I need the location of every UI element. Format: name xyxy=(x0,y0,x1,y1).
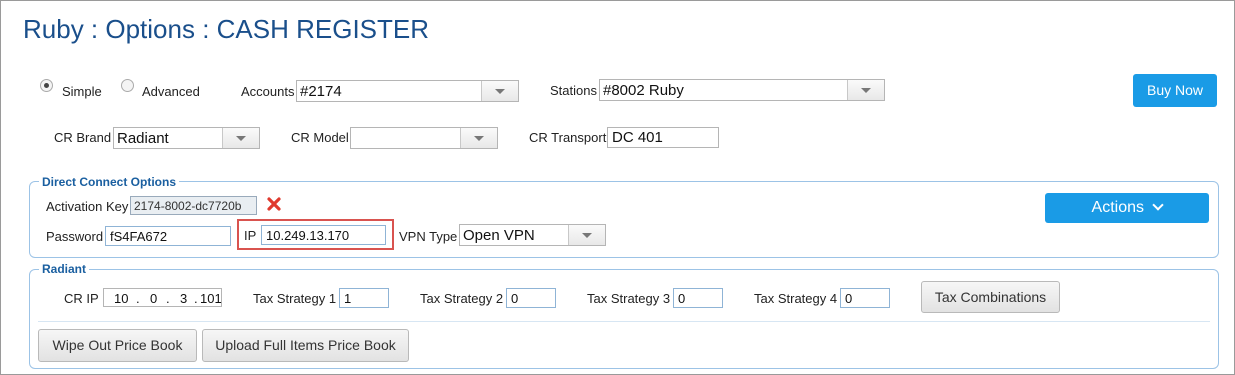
vpn-type-select-value: Open VPN xyxy=(463,227,535,244)
accounts-select-value: #2174 xyxy=(300,83,342,100)
ip-dot: . xyxy=(136,291,140,306)
buy-now-button[interactable]: Buy Now xyxy=(1133,74,1217,107)
stations-select-value: #8002 Ruby xyxy=(603,82,684,99)
upload-full-items-price-book-button[interactable]: Upload Full Items Price Book xyxy=(202,329,409,362)
accounts-label: Accounts xyxy=(241,84,295,99)
cr-model-label: CR Model xyxy=(291,130,349,145)
chevron-down-icon xyxy=(1152,199,1165,211)
cr-brand-label: CR Brand xyxy=(54,130,112,145)
radio-simple-label: Simple xyxy=(62,84,102,99)
ip-input[interactable] xyxy=(261,225,386,245)
cr-ip-input[interactable]: 10 . 0 . 3 . 101 xyxy=(103,288,222,307)
cr-transport-label: CR Transport xyxy=(529,130,607,145)
cr-ip-octet-3[interactable]: 3 xyxy=(180,291,187,306)
chevron-down-icon xyxy=(222,128,259,148)
vpn-type-label: VPN Type xyxy=(399,229,458,244)
tax-strategy-2-input[interactable] xyxy=(506,288,556,308)
ip-label: IP xyxy=(244,228,257,243)
stations-select[interactable]: #8002 Ruby xyxy=(599,79,885,101)
chevron-down-icon xyxy=(481,81,518,101)
section-divider xyxy=(38,321,1210,322)
cr-brand-select[interactable]: Radiant xyxy=(113,127,260,149)
direct-connect-legend: Direct Connect Options xyxy=(39,175,180,189)
radiant-legend: Radiant xyxy=(39,262,90,276)
cr-brand-select-value: Radiant xyxy=(117,130,169,147)
password-label: Password xyxy=(46,229,104,244)
tax-combinations-button[interactable]: Tax Combinations xyxy=(921,281,1060,313)
tax-strategy-4-input[interactable] xyxy=(840,288,890,308)
page-title: Ruby : Options : CASH REGISTER xyxy=(23,14,430,44)
actions-button[interactable]: Actions xyxy=(1045,193,1209,223)
radio-simple[interactable] xyxy=(40,79,53,92)
cr-ip-label: CR IP xyxy=(64,291,99,306)
password-input[interactable] xyxy=(105,226,231,246)
chevron-down-icon xyxy=(568,225,605,245)
cr-model-select[interactable] xyxy=(350,127,498,149)
chevron-down-icon xyxy=(847,80,884,100)
tax-strategy-1-input[interactable] xyxy=(339,288,389,308)
cr-ip-octet-2[interactable]: 0 xyxy=(150,291,157,306)
actions-button-label: Actions xyxy=(1091,199,1144,216)
accounts-select[interactable]: #2174 xyxy=(296,80,519,102)
direct-connect-fieldset xyxy=(29,181,1219,258)
activation-key-value: 2174-8002-dc7720b xyxy=(130,196,257,215)
radio-advanced[interactable] xyxy=(121,79,134,92)
activation-key-label: Activation Key xyxy=(46,199,129,214)
tax-strategy-3-input[interactable] xyxy=(673,288,723,308)
cr-transport-input[interactable] xyxy=(607,127,719,148)
cr-ip-octet-4[interactable]: 101 xyxy=(200,291,222,306)
tax-strategy-3-label: Tax Strategy 3 xyxy=(587,291,671,306)
radio-advanced-label: Advanced xyxy=(142,84,200,99)
tax-strategy-2-label: Tax Strategy 2 xyxy=(420,291,504,306)
ip-dot: . xyxy=(194,291,198,306)
stations-label: Stations xyxy=(550,83,597,98)
delete-key-icon[interactable] xyxy=(266,196,282,212)
tax-strategy-4-label: Tax Strategy 4 xyxy=(754,291,838,306)
chevron-down-icon xyxy=(460,128,497,148)
cr-ip-octet-1[interactable]: 10 xyxy=(114,291,128,306)
ip-dot: . xyxy=(166,291,170,306)
vpn-type-select[interactable]: Open VPN xyxy=(459,224,606,246)
tax-strategy-1-label: Tax Strategy 1 xyxy=(253,291,337,306)
wipe-out-price-book-button[interactable]: Wipe Out Price Book xyxy=(38,329,197,362)
